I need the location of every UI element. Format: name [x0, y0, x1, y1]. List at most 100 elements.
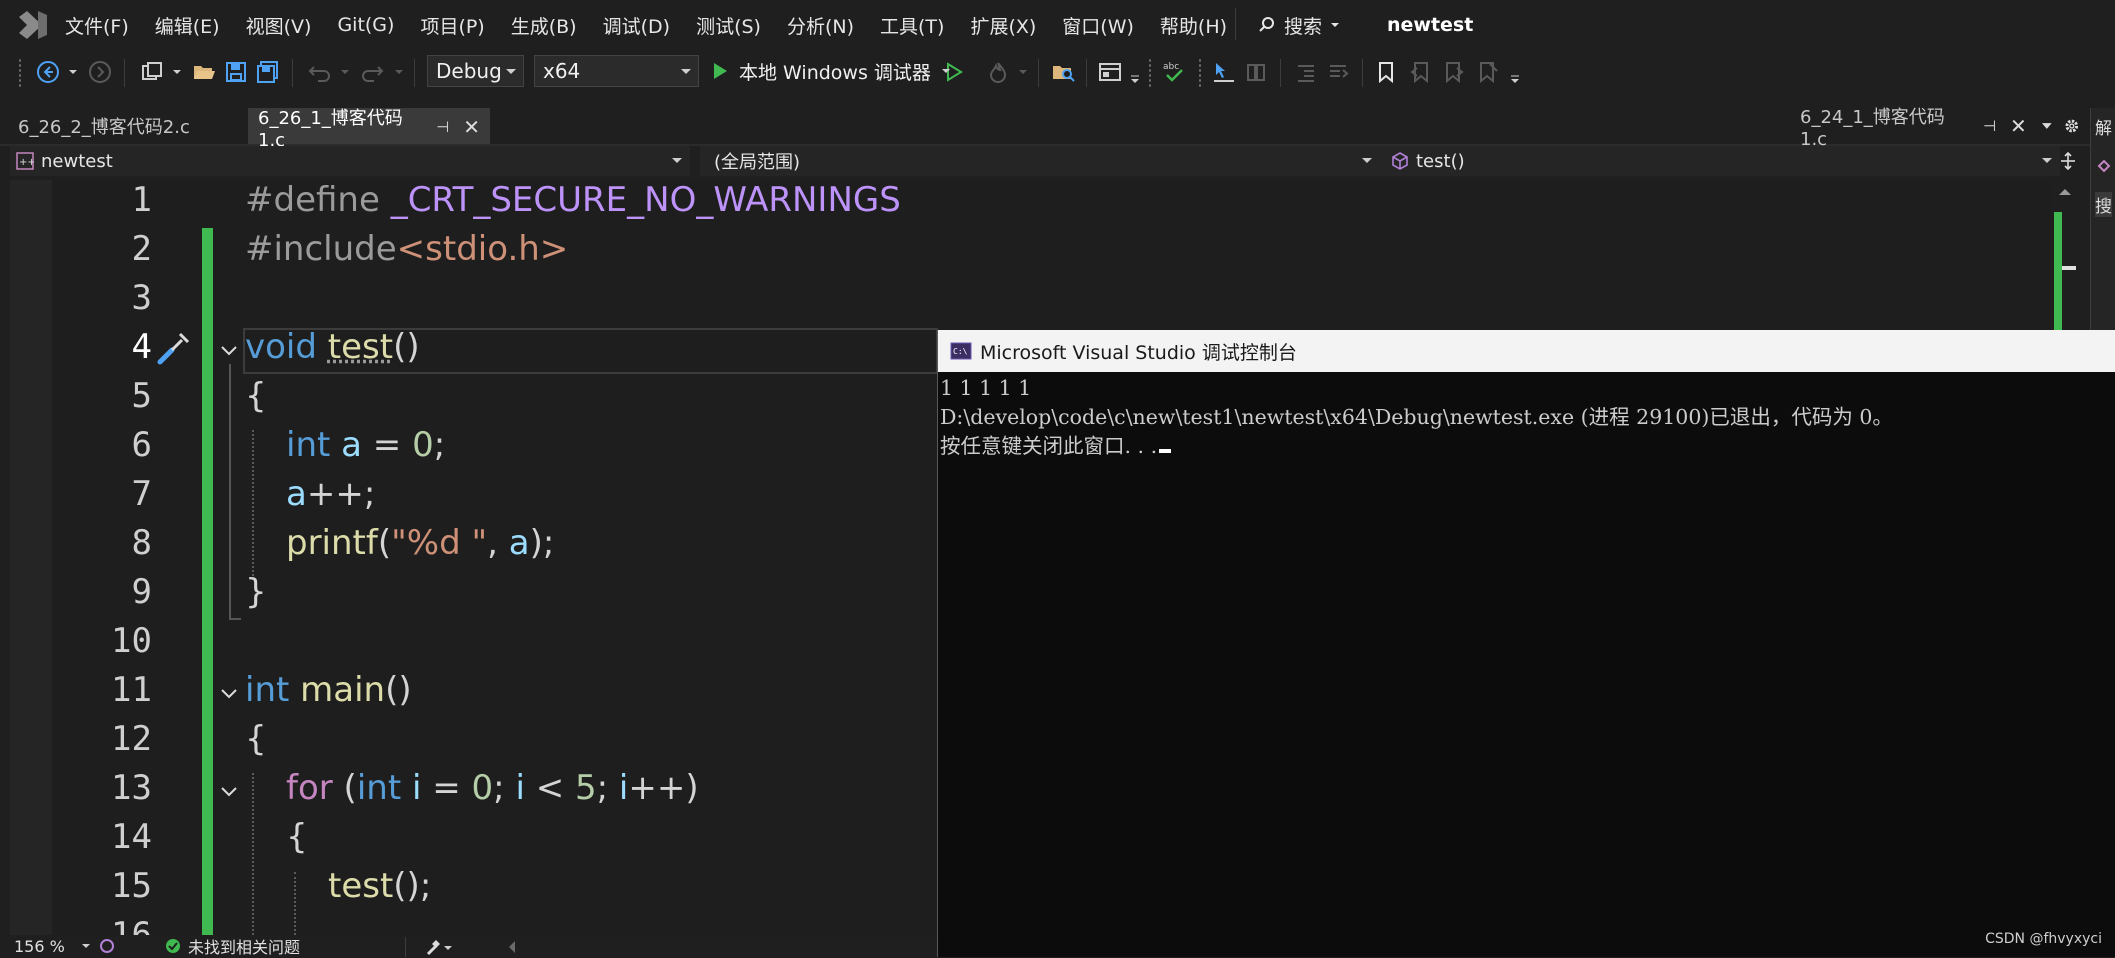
- select-element-button[interactable]: [1210, 59, 1238, 85]
- menu-file[interactable]: 文件(F): [52, 12, 142, 39]
- line-number: 13: [111, 768, 152, 808]
- code-cleanup-icon[interactable]: [426, 938, 452, 956]
- redo-button[interactable]: [358, 59, 386, 85]
- search-button[interactable]: 搜索: [1258, 0, 1350, 50]
- console-title-bar[interactable]: C:\ Microsoft Visual Studio 调试控制台: [938, 330, 2115, 372]
- navigate-forward-button[interactable]: [86, 59, 114, 85]
- toolbar-grip[interactable]: [1198, 58, 1202, 88]
- console-output-line: 1 1 1 1 1: [940, 376, 1032, 400]
- chevron-down-icon: [81, 944, 90, 948]
- new-dropdown-button[interactable]: [170, 59, 184, 85]
- collapse-region-icon[interactable]: [218, 781, 240, 803]
- platform-select[interactable]: x64: [534, 55, 699, 87]
- member-select[interactable]: test(): [1380, 146, 2060, 176]
- collapse-region-icon[interactable]: [218, 683, 240, 705]
- side-tab-solution[interactable]: 解: [2095, 114, 2112, 139]
- previous-bookmark-button[interactable]: [1408, 59, 1432, 85]
- new-project-button[interactable]: [138, 59, 166, 85]
- toggle-bookmark-button[interactable]: [1374, 59, 1398, 85]
- svg-text:++: ++: [19, 157, 34, 168]
- menu-analyze[interactable]: 分析(N): [774, 12, 867, 39]
- svg-text:C:\: C:\: [953, 347, 968, 356]
- navigate-back-button[interactable]: [34, 59, 62, 85]
- undo-button[interactable]: [306, 59, 334, 85]
- copilot-icon: [99, 939, 114, 953]
- open-file-button[interactable]: [190, 59, 218, 85]
- menu-build[interactable]: 生成(B): [498, 12, 590, 39]
- close-icon[interactable]: ✕: [2010, 114, 2027, 138]
- side-tab-search[interactable]: 搜: [2095, 192, 2112, 217]
- menu-help[interactable]: 帮助(H): [1147, 12, 1240, 39]
- line-number: 14: [111, 817, 152, 857]
- next-bookmark-button[interactable]: [1442, 59, 1466, 85]
- menu-debug[interactable]: 调试(D): [590, 12, 683, 39]
- indent-guide: [252, 773, 254, 935]
- save-button[interactable]: [222, 59, 250, 85]
- editor-glyph-margin[interactable]: [10, 180, 52, 935]
- debug-console-window[interactable]: C:\ Microsoft Visual Studio 调试控制台 1 1 1 …: [937, 330, 2115, 957]
- pin-icon[interactable]: ⊣: [436, 118, 449, 136]
- chevron-down-icon[interactable]: [2041, 122, 2053, 130]
- start-debugging-button[interactable]: 本地 Windows 调试器: [710, 56, 951, 86]
- compare-icon: [1247, 64, 1265, 81]
- tab-file-6-26-1-active[interactable]: 6_26_1_博客代码1.c ⊣ ✕: [248, 108, 490, 151]
- configuration-select[interactable]: Debug: [427, 55, 524, 87]
- menu-test[interactable]: 测试(S): [683, 12, 774, 39]
- menu-project[interactable]: 项目(P): [407, 12, 497, 39]
- collapse-region-icon[interactable]: [218, 340, 240, 362]
- layout-button[interactable]: [1096, 59, 1124, 85]
- toolbar-overflow-button[interactable]: [1508, 66, 1522, 92]
- issues-indicator[interactable]: 未找到相关问题: [165, 935, 300, 957]
- toolbar-grip[interactable]: [18, 58, 22, 88]
- tab-file-6-24-1[interactable]: 6_24_1_博客代码1.c ⊣ ✕: [1790, 107, 2090, 150]
- close-icon[interactable]: ✕: [463, 115, 480, 139]
- split-editor-icon[interactable]: [2058, 151, 2078, 171]
- gear-icon[interactable]: [2064, 118, 2080, 134]
- compare-button[interactable]: [1242, 59, 1270, 85]
- scope-select[interactable]: (全局范围): [700, 146, 1380, 176]
- hot-reload-dropdown-button[interactable]: [1016, 59, 1030, 85]
- fold-region-line: [229, 364, 231, 620]
- code-line-14: {: [286, 817, 308, 857]
- code-line-4: void test(): [245, 327, 420, 367]
- quick-actions-screwdriver-icon[interactable]: [152, 328, 194, 370]
- toolbar-grip[interactable]: [1148, 58, 1152, 88]
- line-number: 3: [131, 278, 152, 318]
- tab-label: 6_26_1_博客代码1.c: [258, 107, 403, 151]
- zoom-value: 156 %: [14, 936, 65, 956]
- layout-dropdown-button[interactable]: [1128, 66, 1142, 92]
- chevron-down-icon: [1362, 158, 1372, 163]
- scroll-left-icon[interactable]: [507, 940, 517, 954]
- zoom-select[interactable]: 156 %: [14, 935, 115, 957]
- redo-dropdown-button[interactable]: [392, 59, 406, 85]
- fold-region-end: [229, 618, 241, 620]
- tab-file-6-26-2[interactable]: 6_26_2_博客代码2.c: [8, 108, 248, 144]
- save-icon: [226, 62, 246, 82]
- menu-edit[interactable]: 编辑(E): [142, 12, 233, 39]
- clear-bookmarks-button[interactable]: [1476, 59, 1500, 85]
- chevron-down-icon: [173, 70, 181, 74]
- scroll-up-icon[interactable]: [2058, 187, 2072, 197]
- hot-reload-button[interactable]: [984, 59, 1012, 85]
- back-dropdown-button[interactable]: [66, 59, 80, 85]
- pin-icon[interactable]: ⊣: [1983, 117, 1996, 135]
- find-in-files-button[interactable]: [1050, 59, 1078, 85]
- menu-view[interactable]: 视图(V): [233, 12, 325, 39]
- spell-check-button[interactable]: abc: [1160, 59, 1188, 85]
- undo-icon: [308, 66, 330, 82]
- indent-icon: [1330, 65, 1349, 78]
- project-select[interactable]: ++ newtest: [10, 146, 690, 176]
- outdent-button[interactable]: [1292, 59, 1320, 85]
- menu-tools[interactable]: 工具(T): [867, 12, 957, 39]
- line-number: 11: [111, 670, 152, 710]
- console-output-line: D:\develop\code\c\new\test1\newtest\x64\…: [940, 405, 1893, 429]
- undo-dropdown-button[interactable]: [338, 59, 352, 85]
- menu-git[interactable]: Git(G): [324, 14, 407, 36]
- save-all-button[interactable]: [254, 59, 282, 85]
- menu-window[interactable]: 窗口(W): [1049, 12, 1147, 39]
- code-line-13: for (int i = 0; i < 5; i++): [286, 768, 699, 808]
- indent-button[interactable]: [1324, 59, 1352, 85]
- console-output[interactable]: 1 1 1 1 1 D:\develop\code\c\new\test1\ne…: [938, 374, 2115, 957]
- menu-extensions[interactable]: 扩展(X): [957, 12, 1049, 39]
- flame-icon: [989, 62, 1007, 83]
